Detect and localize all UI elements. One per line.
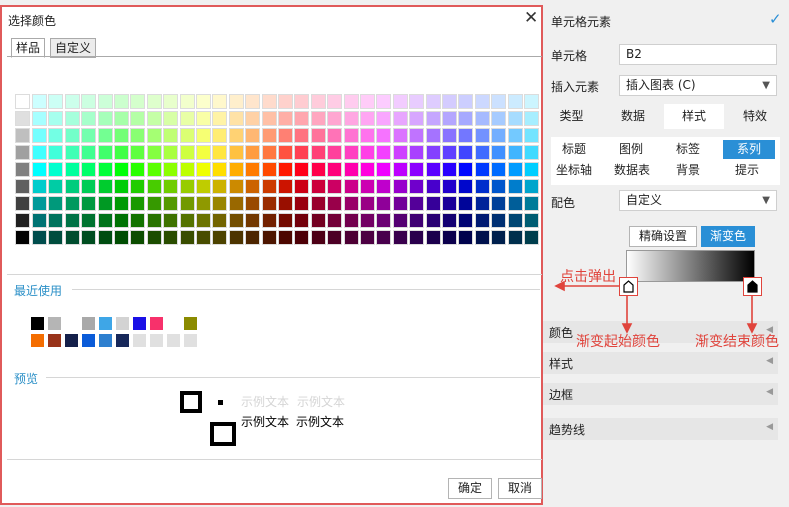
annotation-popup: 点击弹出 [560, 269, 616, 285]
annotation-start: 渐变起始颜色 [576, 334, 660, 350]
annotation-arrows [554, 280, 758, 334]
annotation-end: 渐变结束颜色 [695, 334, 779, 350]
